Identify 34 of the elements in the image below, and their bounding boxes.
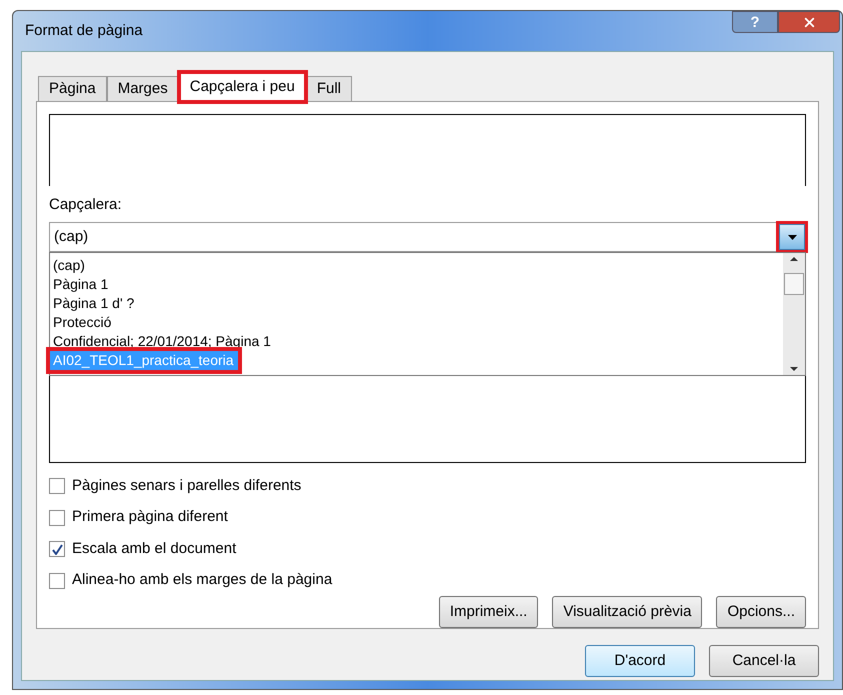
dropdown-option[interactable]: Confidencial; 22/01/2014; Pàgina 1 bbox=[50, 332, 783, 352]
caret-icon bbox=[788, 234, 796, 240]
checkbox-label: Alinea-ho amb els marges de la pàgina bbox=[72, 570, 332, 590]
tab[interactable]: Marges bbox=[106, 76, 179, 102]
tab[interactable]: Pàgina bbox=[38, 76, 107, 102]
dropdown-option[interactable]: Protecció bbox=[50, 313, 783, 332]
checkbox-label: Escala amb el document bbox=[72, 538, 236, 559]
panel-button[interactable]: Imprimeix... bbox=[438, 596, 538, 628]
checkbox-label: Pàgines senars i parelles diferents bbox=[72, 476, 302, 496]
dropdown-button[interactable] bbox=[776, 221, 808, 254]
scrollbar[interactable] bbox=[783, 253, 805, 375]
checkbox[interactable] bbox=[49, 572, 65, 589]
checkbox[interactable] bbox=[49, 510, 65, 526]
checkbox[interactable] bbox=[49, 478, 65, 494]
header-label: Capçalera: bbox=[49, 195, 123, 216]
dropdown-option[interactable]: Pàgina 1 bbox=[50, 275, 783, 294]
header-combo[interactable]: (cap) bbox=[49, 222, 806, 252]
tab[interactable]: Full bbox=[306, 76, 352, 102]
close-button[interactable] bbox=[778, 11, 840, 33]
panel-button[interactable]: Visualització prèvia bbox=[552, 596, 702, 628]
checkbox[interactable] bbox=[49, 541, 65, 558]
scroll-down-icon bbox=[790, 366, 798, 371]
dialog-button[interactable]: Cancel·la bbox=[709, 645, 819, 677]
check-icon bbox=[52, 544, 62, 555]
combo-value: (cap) bbox=[54, 226, 88, 247]
scroll-up-icon bbox=[790, 257, 798, 262]
panel-button[interactable]: Opcions... bbox=[716, 596, 806, 628]
scroll-thumb[interactable] bbox=[784, 273, 804, 296]
window-title: Format de pàgina bbox=[25, 20, 143, 41]
dropdown-option[interactable]: (cap) bbox=[50, 256, 783, 276]
checkbox-label: Primera pàgina diferent bbox=[72, 507, 228, 528]
dialog-button[interactable]: D'acord bbox=[585, 645, 695, 677]
tab[interactable]: Capçalera i peu bbox=[178, 72, 306, 102]
dropdown-option[interactable]: Pàgina 1 d' ? bbox=[50, 294, 783, 314]
